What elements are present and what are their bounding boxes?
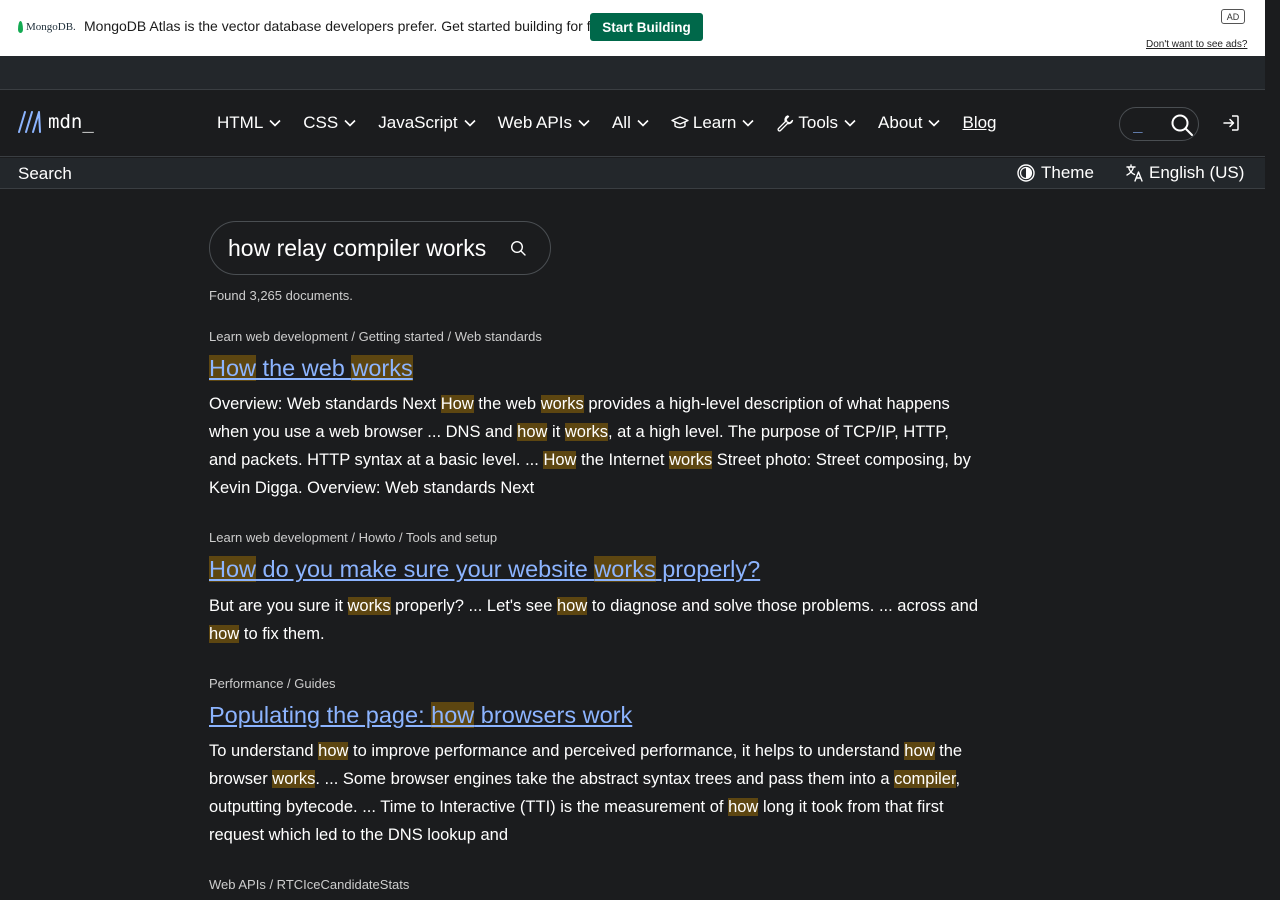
search-results-main: Found 3,265 documents. Learn web develop… — [209, 221, 989, 892]
results-count: Found 3,265 documents. — [209, 288, 353, 303]
ad-badge[interactable]: AD — [1221, 9, 1245, 24]
search-term-highlight: works — [669, 451, 713, 470]
theme-label: Theme — [1041, 163, 1094, 182]
page-toolbar: Search Theme English (US) — [0, 158, 1265, 189]
search-result: Web APIs / RTCIceCandidateStats — [209, 877, 989, 892]
menu-html[interactable]: HTML — [217, 113, 281, 133]
menu-all-label: All — [611, 113, 631, 132]
menu-learn[interactable]: Learn — [671, 113, 754, 133]
mongodb-logo[interactable]: MongoDB. — [18, 19, 76, 35]
chevron-down-icon — [742, 119, 754, 127]
search-submit-icon[interactable] — [510, 240, 527, 257]
search-result: Performance / Guides Populating the page… — [209, 676, 989, 849]
search-input[interactable] — [228, 233, 500, 263]
search-term-highlight: how — [728, 798, 759, 817]
language-button[interactable]: English (US) — [1125, 163, 1244, 183]
search-term-highlight: How — [543, 451, 577, 470]
result-breadcrumb: Learn web development / Howto / Tools an… — [209, 530, 498, 546]
nav-search-button[interactable]: _ — [1119, 107, 1199, 141]
top-navigation: mdn_ HTML CSS JavaScript Web APIs All Le… — [0, 91, 1265, 157]
wrench-icon — [777, 115, 794, 132]
result-title-link[interactable]: How the web works — [209, 354, 413, 383]
search-term-highlight: how — [431, 701, 475, 728]
ad-logo-text: MongoDB. — [26, 21, 76, 33]
menu-tools-label: Tools — [798, 113, 839, 132]
blog-link[interactable]: Blog — [962, 113, 996, 133]
chevron-down-icon — [269, 119, 281, 127]
theme-icon — [1017, 164, 1035, 182]
dont-want-ads-link[interactable]: Don't want to see ads? — [1146, 39, 1247, 50]
search-result: Learn web development / Getting started … — [209, 329, 989, 502]
search-term-highlight: how — [318, 742, 349, 761]
chevron-down-icon — [844, 119, 856, 127]
start-building-button[interactable]: Start Building — [590, 13, 703, 41]
search-result: Learn web development / Howto / Tools an… — [209, 530, 989, 647]
result-title-link[interactable]: Populating the page: how browsers work — [209, 701, 632, 730]
chevron-down-icon — [928, 119, 941, 127]
search-term-highlight: How — [440, 395, 474, 414]
menu-web-apis[interactable]: Web APIs — [498, 113, 590, 133]
search-field — [209, 221, 551, 275]
translate-icon — [1126, 164, 1143, 182]
chevron-down-icon — [464, 119, 476, 127]
search-icon — [1171, 114, 1193, 136]
search-term-highlight: how — [517, 423, 548, 442]
mdn-m-icon — [18, 111, 41, 133]
login-icon[interactable] — [1222, 114, 1240, 132]
menu-css[interactable]: CSS — [303, 113, 356, 133]
result-breadcrumb: Web APIs / RTCIceCandidateStats — [209, 877, 410, 893]
result-breadcrumb: Performance / Guides — [209, 675, 336, 691]
chevron-down-icon — [637, 119, 649, 127]
menu-all[interactable]: All — [612, 113, 649, 133]
menu-html-label: HTML — [217, 113, 264, 132]
ad-banner: MongoDB. MongoDB Atlas is the vector dat… — [0, 0, 1265, 56]
menu-about-label: About — [878, 113, 923, 132]
search-term-highlight: works — [351, 355, 413, 381]
search-cursor: _ — [1133, 114, 1143, 133]
main-menu: HTML CSS JavaScript Web APIs All Learn T… — [217, 113, 997, 133]
search-term-highlight: How — [209, 355, 257, 381]
top-strip — [0, 56, 1265, 90]
chevron-down-icon — [344, 119, 356, 127]
result-excerpt: But are you sure it works properly? ... … — [209, 596, 979, 643]
logo-text: mdn_ — [48, 111, 94, 133]
search-term-highlight: how — [209, 624, 240, 643]
menu-about[interactable]: About — [878, 113, 941, 133]
search-term-highlight: works — [594, 556, 656, 583]
search-term-highlight: how — [557, 596, 588, 615]
language-label: English (US) — [1149, 163, 1245, 182]
menu-javascript[interactable]: JavaScript — [378, 113, 476, 133]
ad-text[interactable]: MongoDB Atlas is the vector database dev… — [84, 18, 615, 34]
leaf-icon — [18, 21, 23, 33]
search-term-highlight: how — [904, 742, 935, 761]
search-term-highlight: works — [347, 596, 391, 615]
theme-button[interactable]: Theme — [1017, 163, 1094, 183]
graduation-cap-icon — [671, 116, 689, 129]
menu-javascript-label: JavaScript — [378, 113, 458, 132]
search-term-highlight: works — [540, 395, 584, 414]
search-term-highlight: works — [272, 770, 316, 789]
result-breadcrumb: Learn web development / Getting started … — [209, 329, 542, 344]
menu-css-label: CSS — [303, 113, 339, 132]
mdn-logo[interactable]: mdn_ — [18, 111, 94, 133]
menu-tools[interactable]: Tools — [776, 113, 856, 133]
menu-web-apis-label: Web APIs — [497, 113, 572, 132]
result-excerpt: To understand how to improve performance… — [209, 742, 963, 845]
result-title-link[interactable]: How do you make sure your website works … — [209, 555, 760, 584]
chevron-down-icon — [578, 119, 590, 127]
page-title: Search — [18, 164, 72, 183]
result-excerpt: Overview: Web standards Next How the web… — [209, 395, 971, 498]
search-term-highlight: works — [564, 423, 608, 442]
search-term-highlight: compiler — [894, 770, 956, 789]
menu-learn-label: Learn — [692, 113, 737, 132]
search-term-highlight: How — [209, 556, 257, 583]
